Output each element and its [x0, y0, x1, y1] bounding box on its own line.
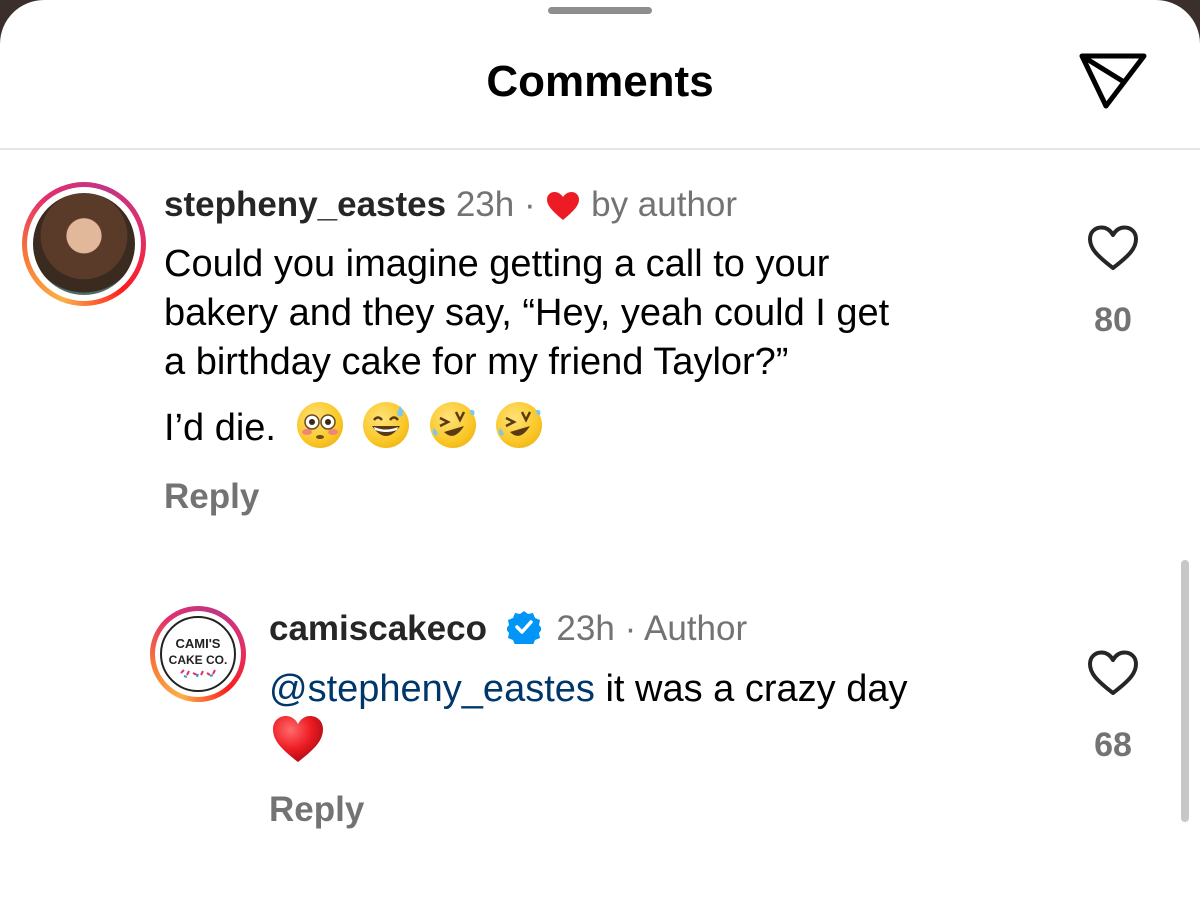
like-count: 68	[1094, 726, 1132, 764]
comment-text-line: bakery and they say, “Hey, yeah could I …	[164, 292, 890, 334]
comment-text-line: Could you imagine getting a call to your	[164, 243, 830, 285]
meta-separator: ·	[523, 185, 536, 224]
scrollbar[interactable]	[1181, 560, 1189, 822]
send-icon[interactable]	[1076, 48, 1150, 112]
page-title: Comments	[486, 57, 714, 106]
rolling-laughing-face-emoji	[496, 402, 543, 448]
comments-sheet: Comments stepheny_eastes 23h · by author…	[0, 0, 1200, 905]
liked-by-author: by author	[591, 185, 738, 224]
rolling-laughing-face-emoji	[429, 402, 476, 448]
comment-time: 23h	[556, 609, 615, 648]
grinning-sweat-face-emoji	[363, 402, 410, 448]
comment-text-line: I’d die.	[164, 402, 543, 452]
logo-line-2: CAKE CO.	[169, 653, 228, 667]
comment-meta: stepheny_eastes 23h · by author	[164, 183, 737, 227]
mention-link[interactable]: @stepheny_eastes	[269, 668, 595, 710]
comment-text-last: I’d die.	[164, 407, 276, 449]
comment-text: it was a crazy day	[594, 668, 908, 710]
author-label: Author	[644, 609, 748, 648]
comment-text-line: a birthday cake for my friend Taylor?”	[164, 341, 789, 383]
cakeco-logo: CAMI'S CAKE CO.	[160, 616, 236, 692]
like-heart-icon[interactable]	[1086, 649, 1140, 697]
avatar[interactable]	[22, 182, 146, 306]
comment-username[interactable]: camiscakeco	[269, 609, 487, 648]
avatar[interactable]: CAMI'S CAKE CO.	[150, 606, 246, 702]
comment-username[interactable]: stepheny_eastes	[164, 185, 446, 224]
flushed-face-emoji	[296, 402, 343, 448]
sheet-grabber[interactable]	[548, 7, 652, 14]
logo-line-1: CAMI'S	[176, 636, 221, 651]
heart-icon	[547, 192, 580, 220]
red-heart-emoji	[273, 716, 323, 762]
like-heart-icon[interactable]	[1086, 224, 1140, 272]
avatar-photo	[33, 193, 135, 295]
meta-separator: ·	[624, 609, 637, 648]
verified-badge-icon	[506, 611, 541, 644]
comment-meta: camiscakeco 23h · Author	[269, 607, 747, 651]
header-divider	[0, 148, 1200, 150]
comment-text-line: @stepheny_eastes it was a crazy day	[269, 665, 907, 713]
like-count: 80	[1094, 301, 1132, 339]
reply-button[interactable]: Reply	[164, 477, 259, 517]
comment-time: 23h	[455, 185, 515, 224]
reply-button[interactable]: Reply	[269, 790, 364, 830]
